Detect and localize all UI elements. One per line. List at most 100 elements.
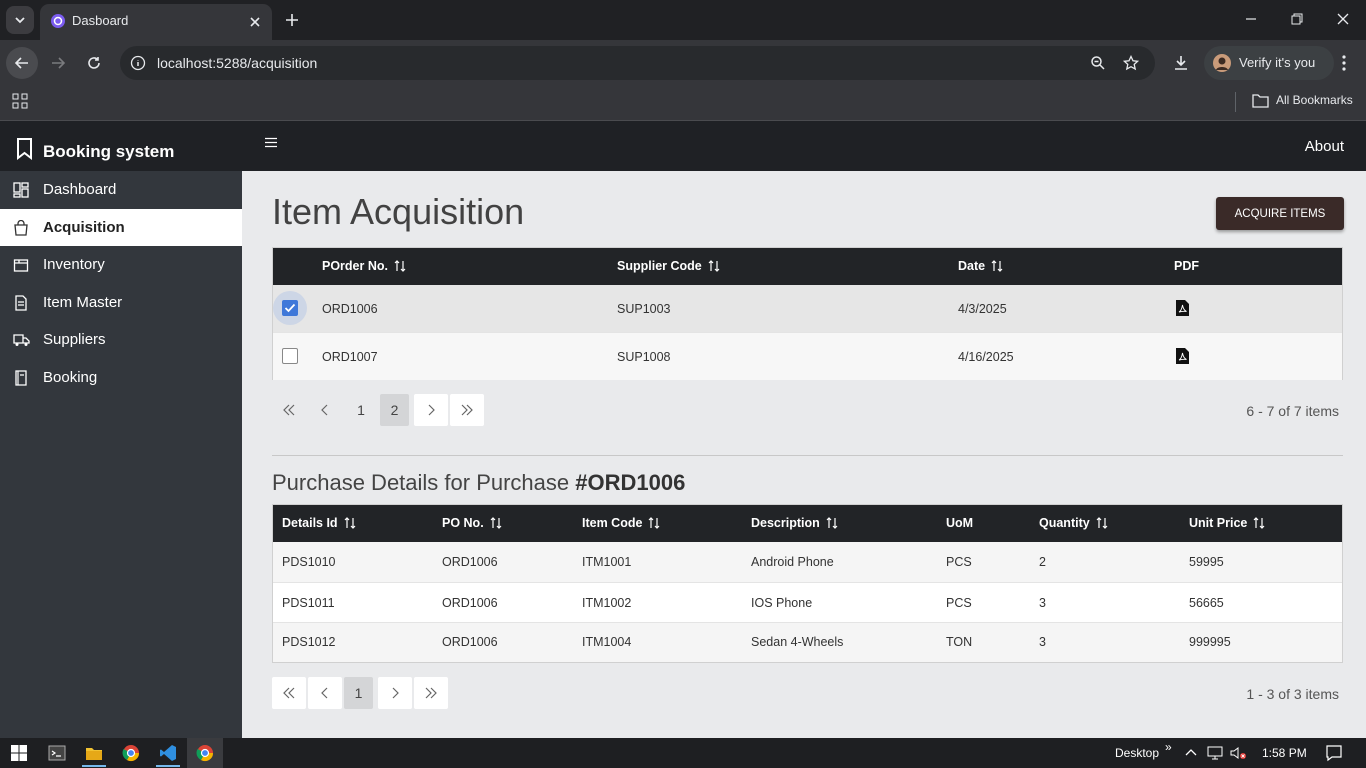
- first-page-button[interactable]: [272, 677, 306, 709]
- desktop-toolbar-label[interactable]: Desktop: [1115, 746, 1159, 760]
- sidebar-item-label: Dashboard: [43, 181, 117, 198]
- sidebar-item-item-master[interactable]: Item Master: [0, 284, 242, 322]
- restore-icon[interactable]: [1290, 12, 1304, 26]
- table-row[interactable]: PDS1011 ORD1006 ITM1002 IOS Phone PCS 3 …: [273, 583, 1342, 623]
- zoom-icon[interactable]: [1090, 55, 1106, 71]
- network-icon[interactable]: [1207, 745, 1223, 761]
- reload-button[interactable]: [78, 47, 110, 79]
- bookmark-logo-icon: [17, 138, 32, 160]
- column-header-uom: UoM: [946, 516, 974, 530]
- column-header-details-id[interactable]: Details Id: [282, 516, 356, 530]
- cell-quantity: 2: [1039, 555, 1046, 569]
- minimize-icon[interactable]: [1244, 12, 1258, 26]
- chrome-icon[interactable]: [122, 744, 140, 762]
- first-page-button[interactable]: [272, 394, 306, 426]
- sidebar-item-label: Booking: [43, 368, 98, 386]
- cell-quantity: 3: [1039, 596, 1046, 610]
- column-header-porder[interactable]: POrder No.: [322, 259, 406, 273]
- windows-start-icon[interactable]: [10, 744, 28, 762]
- column-header-item-code[interactable]: Item Code: [582, 516, 660, 530]
- details-pager-info: 1 - 3 of 3 items: [1246, 686, 1339, 702]
- close-window-icon[interactable]: [1336, 12, 1350, 26]
- new-tab-icon[interactable]: [282, 10, 302, 30]
- about-link[interactable]: About: [1305, 138, 1344, 155]
- chrome-icon: [196, 745, 214, 762]
- table-row[interactable]: PDS1010 ORD1006 ITM1001 Android Phone PC…: [273, 542, 1342, 583]
- pdf-icon[interactable]: [1175, 299, 1190, 317]
- double-chevron-left-icon: [283, 404, 295, 416]
- folder-icon[interactable]: [1252, 93, 1269, 108]
- sort-icon: [344, 517, 356, 529]
- double-chevron-right-icon: [425, 687, 437, 699]
- column-header-description[interactable]: Description: [751, 516, 838, 530]
- apps-grid-icon[interactable]: [12, 93, 28, 109]
- cell-quantity: 3: [1039, 635, 1046, 649]
- volume-muted-icon[interactable]: [1229, 745, 1247, 761]
- bookmark-star-icon[interactable]: [1123, 55, 1139, 71]
- column-header-quantity[interactable]: Quantity: [1039, 516, 1108, 530]
- column-header-supplier-code[interactable]: Supplier Code: [617, 259, 720, 273]
- prev-page-button[interactable]: [308, 677, 342, 709]
- download-icon[interactable]: [1172, 54, 1190, 72]
- file-explorer-icon[interactable]: [85, 744, 103, 762]
- sidebar-item-inventory[interactable]: Inventory: [0, 246, 242, 284]
- notifications-icon[interactable]: [1325, 744, 1343, 762]
- column-header-date[interactable]: Date: [958, 259, 1003, 273]
- forward-button[interactable]: [42, 47, 74, 79]
- address-bar[interactable]: localhost:5288/acquisition: [120, 46, 1155, 80]
- acquire-items-button[interactable]: ACQUIRE ITEMS: [1216, 197, 1344, 230]
- sort-icon: [490, 517, 502, 529]
- pdf-icon[interactable]: [1175, 347, 1190, 365]
- bookmarks-divider: [1235, 92, 1236, 112]
- chevron-right-icon: [428, 404, 435, 416]
- column-header-po-no[interactable]: PO No.: [442, 516, 502, 530]
- browser-tab[interactable]: Dasboard: [40, 4, 272, 40]
- hamburger-menu-icon[interactable]: [265, 137, 277, 148]
- site-info-icon[interactable]: [130, 55, 146, 71]
- grid-header: POrder No. Supplier Code Date PDF: [273, 248, 1342, 285]
- cell-details-id: PDS1012: [282, 635, 336, 649]
- clock[interactable]: 1:58 PM: [1262, 746, 1307, 760]
- cell-details-id: PDS1011: [282, 596, 335, 610]
- check-icon: [284, 303, 296, 313]
- vscode-icon[interactable]: [159, 744, 177, 762]
- last-page-button[interactable]: [450, 394, 484, 426]
- chevron-up-icon[interactable]: [1185, 747, 1197, 757]
- prev-page-button[interactable]: [308, 394, 342, 426]
- document-icon: [15, 294, 27, 311]
- back-button[interactable]: [6, 47, 38, 79]
- cell-porder: ORD1007: [322, 350, 378, 364]
- active-taskbar-app[interactable]: [187, 738, 223, 768]
- next-page-button[interactable]: [414, 394, 448, 426]
- sidebar-item-dashboard[interactable]: Dashboard: [0, 171, 242, 209]
- table-row[interactable]: PDS1012 ORD1006 ITM1004 Sedan 4-Wheels T…: [273, 623, 1342, 662]
- tab-search-button[interactable]: [6, 6, 34, 34]
- verify-profile-button[interactable]: Verify it's you: [1204, 46, 1334, 80]
- cell-date: 4/16/2025: [958, 350, 1014, 364]
- table-row[interactable]: ORD1007 SUP1008 4/16/2025: [273, 333, 1342, 380]
- browser-tab-strip: Dasboard: [0, 0, 1366, 40]
- table-row[interactable]: ORD1006 SUP1003 4/3/2025: [273, 285, 1342, 333]
- sidebar-item-acquisition[interactable]: Acquisition: [0, 208, 242, 246]
- toolbar-overflow-icon[interactable]: »: [1165, 740, 1172, 754]
- brand[interactable]: Booking system: [0, 121, 242, 171]
- all-bookmarks-link[interactable]: All Bookmarks: [1276, 93, 1353, 107]
- page-button-current[interactable]: 1: [344, 677, 373, 709]
- double-chevron-left-icon: [283, 687, 295, 699]
- last-page-button[interactable]: [414, 677, 448, 709]
- cell-details-id: PDS1010: [282, 555, 336, 569]
- column-header-unit-price[interactable]: Unit Price: [1189, 516, 1265, 530]
- next-page-button[interactable]: [378, 677, 412, 709]
- details-grid: Details Id PO No. Item Code Description …: [272, 504, 1343, 663]
- sidebar-item-suppliers[interactable]: Suppliers: [0, 321, 242, 359]
- row-checkbox[interactable]: [282, 300, 298, 316]
- row-checkbox[interactable]: [282, 348, 298, 364]
- top-navbar: About: [242, 121, 1366, 171]
- page-button-current[interactable]: 2: [380, 394, 409, 426]
- url-text[interactable]: localhost:5288/acquisition: [157, 55, 317, 71]
- close-tab-icon[interactable]: [246, 13, 264, 31]
- terminal-icon[interactable]: [48, 744, 66, 762]
- page-button[interactable]: 1: [344, 394, 378, 426]
- sidebar-item-booking[interactable]: Booking: [0, 359, 242, 397]
- kebab-menu-icon[interactable]: [1336, 54, 1352, 72]
